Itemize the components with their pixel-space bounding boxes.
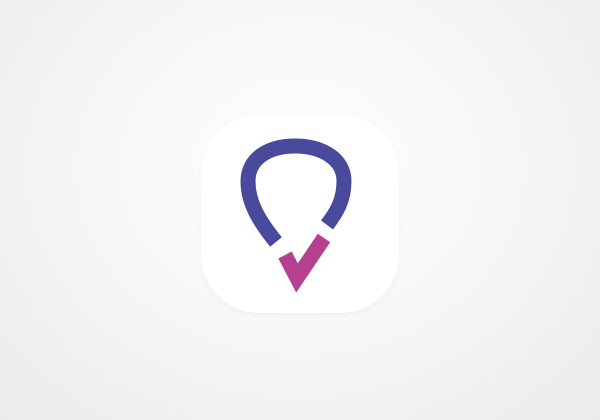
app-icon[interactable] bbox=[201, 115, 399, 313]
background bbox=[0, 0, 600, 420]
pin-outline bbox=[240, 138, 352, 247]
location-pin-check-icon bbox=[240, 138, 352, 293]
check-mark bbox=[278, 233, 331, 293]
